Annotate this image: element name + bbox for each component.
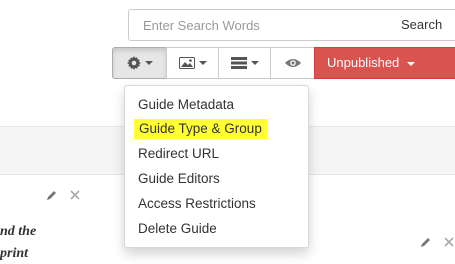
- image-icon: [178, 57, 195, 69]
- settings-dropdown-button[interactable]: [112, 47, 167, 79]
- menu-item-redirect-url[interactable]: Redirect URL: [138, 144, 219, 164]
- menu-item-delete-guide[interactable]: Delete Guide: [138, 219, 217, 239]
- chevron-down-icon: [198, 61, 207, 65]
- menu-item-guide-editors[interactable]: Guide Editors: [138, 169, 220, 189]
- close-icon[interactable]: [70, 190, 80, 200]
- menu-item-access-restrictions[interactable]: Access Restrictions: [138, 194, 256, 214]
- row-actions: [420, 236, 454, 248]
- layout-icon: [230, 57, 247, 69]
- close-icon[interactable]: [444, 237, 454, 247]
- settings-dropdown-menu: Guide Metadata Guide Type & Group Redire…: [124, 85, 309, 248]
- status-label: Unpublished: [327, 55, 400, 70]
- publish-status-button[interactable]: Unpublished: [314, 47, 455, 79]
- image-dropdown-button[interactable]: [166, 47, 219, 79]
- search-input[interactable]: [128, 9, 392, 41]
- menu-item-guide-metadata[interactable]: Guide Metadata: [138, 95, 234, 115]
- menu-item-guide-type-group[interactable]: Guide Type & Group: [134, 119, 267, 139]
- chevron-down-icon: [144, 61, 153, 65]
- row-actions: [46, 189, 80, 201]
- pencil-icon[interactable]: [46, 189, 58, 201]
- guide-title-fragment: nd the: [0, 224, 37, 239]
- pencil-icon[interactable]: [420, 236, 432, 248]
- search-button[interactable]: Search: [391, 9, 455, 41]
- preview-button[interactable]: [270, 47, 315, 79]
- layout-dropdown-button[interactable]: [218, 47, 271, 79]
- chevron-down-icon: [250, 61, 259, 65]
- chevron-down-icon: [406, 61, 415, 66]
- guide-title-fragment: print: [0, 246, 29, 261]
- eye-icon: [284, 58, 301, 68]
- gear-icon: [126, 56, 141, 70]
